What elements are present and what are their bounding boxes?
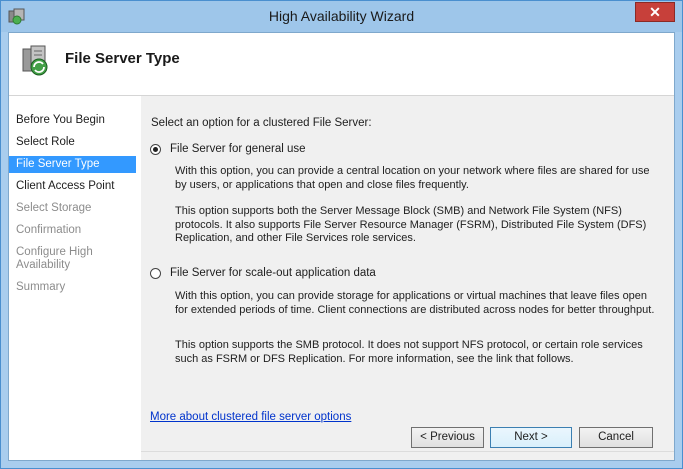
option-scale-out-description: With this option, you can provide storag… bbox=[175, 290, 655, 316]
next-button[interactable]: Next > bbox=[490, 427, 572, 448]
nav-item-file-server-type[interactable]: File Server Type bbox=[9, 156, 136, 173]
option-scale-out-protocols: This option supports the SMB protocol. I… bbox=[175, 339, 643, 365]
radio-scale-out[interactable] bbox=[150, 267, 161, 279]
wizard-client: File Server Type Before You Begin Select… bbox=[8, 32, 675, 461]
nav-item-select-storage: Select Storage bbox=[16, 202, 92, 214]
option-general-use-protocols: This option supports both the Server Mes… bbox=[175, 205, 647, 244]
nav-item-before-you-begin[interactable]: Before You Begin bbox=[9, 114, 136, 127]
nav-item-confirmation: Confirmation bbox=[16, 224, 82, 236]
wizard-window: High Availability Wizard ✕ File Server T… bbox=[0, 0, 683, 469]
nav-item-select-role[interactable]: Select Role bbox=[9, 136, 136, 149]
nav-item-client-access-point[interactable]: Client Access Point bbox=[9, 180, 136, 193]
radio-general-use[interactable] bbox=[150, 143, 161, 155]
close-button[interactable]: ✕ bbox=[635, 2, 675, 22]
more-info-link[interactable]: More about clustered file server options bbox=[150, 411, 351, 423]
nav-item-configure-high-availability: Configure High Availability bbox=[16, 246, 93, 271]
option-general-use[interactable]: File Server for general use bbox=[150, 143, 306, 155]
nav-item-summary: Summary bbox=[16, 281, 66, 293]
footer-divider bbox=[141, 451, 674, 452]
page-title: File Server Type bbox=[65, 50, 180, 67]
cancel-button[interactable]: Cancel bbox=[579, 427, 653, 448]
file-server-icon bbox=[22, 45, 48, 76]
option-scale-out[interactable]: File Server for scale-out application da… bbox=[150, 267, 376, 279]
option-scale-out-label[interactable]: File Server for scale-out application da… bbox=[170, 267, 376, 279]
window-title: High Availability Wizard bbox=[268, 8, 415, 24]
option-general-use-label[interactable]: File Server for general use bbox=[170, 143, 306, 155]
wizard-header: File Server Type bbox=[9, 33, 674, 96]
previous-button[interactable]: < Previous bbox=[411, 427, 484, 448]
wizard-content: Select an option for a clustered File Se… bbox=[141, 96, 674, 460]
option-prompt: Select an option for a clustered File Se… bbox=[151, 117, 372, 129]
wizard-nav: Before You Begin Select Role File Server… bbox=[9, 96, 136, 460]
option-general-use-description: With this option, you can provide a cent… bbox=[175, 165, 650, 191]
title-bar: High Availability Wizard ✕ bbox=[1, 1, 682, 32]
